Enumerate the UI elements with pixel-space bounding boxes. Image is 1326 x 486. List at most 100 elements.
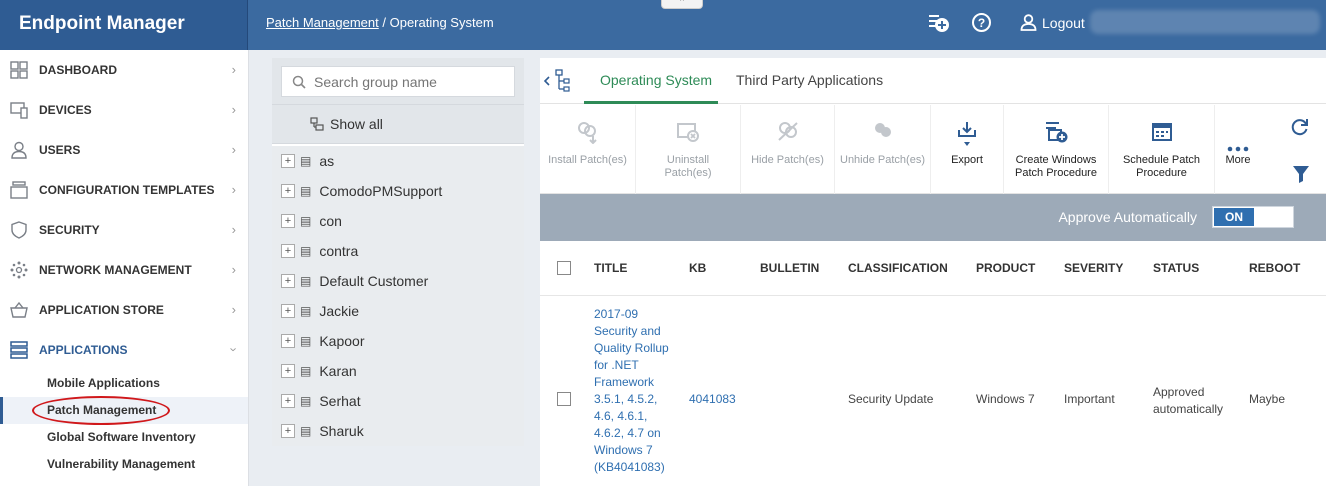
server-icon: ▤	[300, 304, 312, 318]
column-header-bulletin[interactable]: BULLETIN	[760, 261, 819, 275]
group-name: con	[319, 213, 342, 229]
hide-patches-button[interactable]: Hide Patch(es)	[741, 105, 835, 194]
sidebar-subitem-vulnerability-management[interactable]: Vulnerability Management	[0, 451, 248, 478]
group-item[interactable]: + ▤ Sharuk	[272, 416, 524, 446]
filter-icon[interactable]	[1292, 165, 1310, 186]
create-procedure-icon	[1043, 120, 1069, 154]
top-bar: Endpoint Manager Patch Management / Oper…	[0, 0, 1326, 50]
applications-icon	[9, 340, 29, 360]
sidebar-subitem-mobile-applications[interactable]: Mobile Applications	[0, 370, 248, 397]
patch-toolbar: Install Patch(es) Uninstall Patch(es) Hi…	[540, 105, 1326, 194]
refresh-icon[interactable]	[1290, 117, 1310, 140]
table-row[interactable]: 2017-09 Security and Quality Rollup for …	[540, 296, 1326, 486]
expand-icon[interactable]: +	[281, 334, 295, 348]
expand-icon[interactable]: +	[281, 244, 295, 258]
select-all-checkbox[interactable]	[557, 261, 571, 275]
more-button[interactable]: More	[1215, 105, 1261, 194]
sidebar-item-devices[interactable]: DEVICES ›	[0, 90, 248, 130]
uninstall-patches-button[interactable]: Uninstall Patch(es)	[636, 105, 741, 194]
group-item[interactable]: + ▤ Default Customer	[272, 266, 524, 296]
chevron-right-icon: ›	[231, 102, 236, 117]
column-header-kb[interactable]: KB	[689, 261, 706, 275]
expand-icon[interactable]: +	[281, 274, 295, 288]
create-windows-patch-procedure-button[interactable]: Create Windows Patch Procedure	[1004, 105, 1109, 194]
tab-operating-system[interactable]: Operating System	[600, 72, 712, 88]
sidebar-item-security[interactable]: SECURITY ›	[0, 210, 248, 250]
patch-title-link[interactable]: 2017-09 Security and Quality Rollup for …	[594, 306, 674, 476]
server-icon: ▤	[300, 214, 312, 228]
tab-third-party-applications[interactable]: Third Party Applications	[736, 72, 883, 88]
expand-icon[interactable]: +	[281, 214, 295, 228]
sidebar-item-configuration-templates[interactable]: CONFIGURATION TEMPLATES ›	[0, 170, 248, 210]
sidebar-item-label: APPLICATION STORE	[39, 303, 164, 317]
sidebar-item-dashboard[interactable]: DASHBOARD ›	[0, 50, 248, 90]
expand-icon[interactable]: +	[281, 304, 295, 318]
column-header-severity[interactable]: SEVERITY	[1064, 261, 1123, 275]
export-button[interactable]: Export	[931, 105, 1004, 194]
install-patch-icon	[576, 120, 600, 154]
collapse-header-handle[interactable]: ⌃	[661, 0, 703, 9]
breadcrumb-parent-link[interactable]: Patch Management	[266, 15, 379, 30]
group-search-input[interactable]	[314, 73, 494, 90]
unhide-patches-button[interactable]: Unhide Patch(es)	[835, 105, 931, 194]
expand-icon[interactable]: +	[281, 154, 295, 168]
chevron-right-icon: ›	[231, 62, 236, 77]
sidebar-item-label: CONFIGURATION TEMPLATES	[39, 183, 215, 197]
collapse-tree-icon[interactable]	[542, 68, 570, 97]
group-item[interactable]: + ▤ con	[272, 206, 524, 236]
highlight-annotation	[32, 396, 170, 425]
column-header-title[interactable]: TITLE	[594, 261, 627, 275]
schedule-patch-procedure-button[interactable]: Schedule Patch Procedure	[1109, 105, 1215, 194]
approve-automatically-toggle[interactable]: ON	[1212, 206, 1294, 228]
expand-icon[interactable]: +	[281, 184, 295, 198]
group-item[interactable]: + ▤ Serhat	[272, 386, 524, 416]
brand-title: Endpoint Manager	[0, 0, 248, 50]
logout-button[interactable]: Logout	[1020, 14, 1085, 31]
unhide-patch-icon	[871, 120, 895, 154]
sidebar-item-applications[interactable]: APPLICATIONS ›	[0, 330, 248, 370]
column-header-classification[interactable]: CLASSIFICATION	[848, 261, 948, 275]
group-item[interactable]: + ▤ contra	[272, 236, 524, 266]
group-item[interactable]: + ▤ as	[272, 146, 524, 176]
install-patches-button[interactable]: Install Patch(es)	[540, 105, 636, 194]
unhide-patches-label: Unhide Patch(es)	[840, 154, 925, 166]
help-icon[interactable]: ?	[971, 12, 992, 36]
create-windows-patch-procedure-label: Create Windows Patch Procedure	[1015, 154, 1097, 179]
sidebar-item-label: DEVICES	[39, 103, 92, 117]
group-search-area	[272, 58, 524, 104]
group-item[interactable]: + ▤ Kapoor	[272, 326, 524, 356]
server-icon: ▤	[300, 364, 312, 378]
chevron-right-icon: ›	[231, 182, 236, 197]
status-cell: Approved automatically	[1153, 385, 1224, 416]
row-checkbox[interactable]	[557, 392, 571, 406]
sidebar-item-application-store[interactable]: APPLICATION STORE ›	[0, 290, 248, 330]
sidebar-item-network-management[interactable]: NETWORK MANAGEMENT ›	[0, 250, 248, 290]
server-icon: ▤	[300, 244, 312, 258]
breadcrumb-current: Operating System	[389, 15, 494, 30]
sidebar-item-users[interactable]: USERS ›	[0, 130, 248, 170]
column-header-reboot[interactable]: REBOOT	[1249, 261, 1300, 275]
uninstall-patches-label: Uninstall Patch(es)	[664, 154, 712, 179]
column-header-product[interactable]: PRODUCT	[976, 261, 1035, 275]
expand-icon[interactable]: +	[281, 394, 295, 408]
basket-icon	[9, 300, 29, 320]
group-item[interactable]: + ▤ Karan	[272, 356, 524, 386]
chevron-right-icon: ›	[231, 142, 236, 157]
group-item[interactable]: + ▤ ComodoPMSupport	[272, 176, 524, 206]
group-item[interactable]: + ▤ Jackie	[272, 296, 524, 326]
sidebar-subitem-global-software-inventory[interactable]: Global Software Inventory	[0, 424, 248, 451]
show-all-button[interactable]: Show all	[272, 104, 524, 144]
add-task-icon[interactable]	[928, 12, 950, 37]
expand-icon[interactable]: +	[281, 364, 295, 378]
server-icon: ▤	[300, 424, 312, 438]
server-icon: ▤	[300, 394, 312, 408]
group-name: Karan	[319, 363, 357, 379]
chevron-right-icon: ›	[231, 262, 236, 277]
group-name: ComodoPMSupport	[319, 183, 443, 199]
templates-icon	[9, 180, 29, 200]
kb-link[interactable]: 4041083	[689, 392, 736, 406]
column-header-status[interactable]: STATUS	[1153, 261, 1199, 275]
group-name: Serhat	[319, 393, 361, 409]
sidebar-item-label: APPLICATIONS	[39, 343, 128, 357]
expand-icon[interactable]: +	[281, 424, 295, 438]
